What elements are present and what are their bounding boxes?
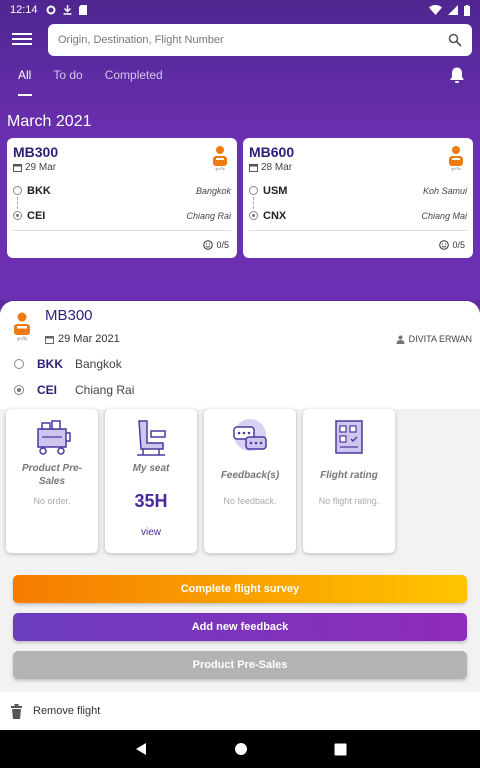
destination-dot <box>14 385 24 395</box>
tab-all[interactable]: All <box>18 68 33 96</box>
svg-text:ลูกเรือ: ลูกเรือ <box>451 166 460 171</box>
flight-date-text: 29 Mar <box>25 162 57 173</box>
origin-code: BKK <box>37 357 63 371</box>
search-icon[interactable] <box>448 33 462 47</box>
trash-icon <box>11 703 22 719</box>
settings-icon <box>46 5 56 15</box>
passenger-name: DIVITA ERWAN <box>396 334 472 344</box>
tab-to-do[interactable]: To do <box>53 68 82 96</box>
destination-dot <box>13 211 22 220</box>
calendar-icon <box>249 164 258 172</box>
origin-code: BKK <box>27 185 51 197</box>
month-header: March 2021 <box>7 113 92 130</box>
detail-date-text: 29 Mar 2021 <box>58 333 120 345</box>
score-text: 0/5 <box>216 240 229 250</box>
origin-city: Koh Samui <box>422 186 467 196</box>
tile-subtitle: No feedback. <box>223 496 277 506</box>
destination-code: CEI <box>27 210 46 222</box>
svg-text:ลูกเรือ: ลูกเรือ <box>17 336 28 341</box>
tile-title: Product Pre-Sales <box>21 463 82 487</box>
signal-icon <box>448 5 458 15</box>
tile-flight-rating[interactable]: Flight rating No flight rating. <box>303 409 395 553</box>
person-icon <box>396 335 405 344</box>
origin-dot <box>14 359 24 369</box>
passenger-name-text: DIVITA ERWAN <box>408 334 472 344</box>
home-icon[interactable] <box>234 742 248 756</box>
tile-subtitle: No flight rating. <box>318 496 380 506</box>
origin-code: USM <box>263 185 288 197</box>
system-nav-bar <box>0 730 480 768</box>
tile-title: Flight rating <box>320 470 378 481</box>
survey-score: 0/5 <box>439 240 465 250</box>
menu-icon[interactable] <box>12 30 32 48</box>
download-icon <box>63 5 72 15</box>
seat-icon <box>137 420 166 456</box>
shopping-cart-icon <box>37 420 71 455</box>
filter-tabs: All To do Completed <box>18 68 163 96</box>
flight-card[interactable]: MB300 29 Mar ลูกเรือ BKK Bangkok CEI Chi… <box>7 138 237 258</box>
wifi-icon <box>429 5 442 15</box>
flight-date-text: 28 Mar <box>261 162 293 173</box>
tile-title: My seat <box>132 463 170 474</box>
airline-logo: ลูกเรือ <box>449 146 463 171</box>
flight-date: 28 Mar <box>249 162 467 173</box>
divider <box>249 230 467 231</box>
search-input[interactable] <box>58 34 448 46</box>
destination-code: CEI <box>37 383 58 397</box>
sheet-header: ลูกเรือ MB300 29 Mar 2021 DIVITA ERWAN B… <box>0 301 480 409</box>
smiley-icon <box>439 240 450 250</box>
airline-logo: ลูกเรือ <box>213 146 227 171</box>
destination-city: Chiang Rai <box>186 211 231 221</box>
chat-bubbles-icon <box>233 419 267 451</box>
origin-dot <box>13 186 22 195</box>
sim-icon <box>78 5 87 15</box>
complete-flight-survey-button[interactable]: Complete flight survey <box>13 575 467 603</box>
destination-code: CNX <box>263 210 287 222</box>
origin-dot <box>249 186 258 195</box>
calendar-icon <box>13 164 22 172</box>
tile-subtitle: No order. <box>33 496 71 506</box>
airline-logo: ลูกเรือ <box>14 312 30 341</box>
flight-code: MB300 <box>13 144 59 160</box>
view-seat-link[interactable]: view <box>105 527 197 538</box>
route-line <box>17 197 18 209</box>
search-bar[interactable] <box>48 24 472 56</box>
route-line <box>253 197 254 209</box>
status-time: 12:14 <box>10 4 38 16</box>
recents-icon[interactable] <box>334 743 347 756</box>
divider <box>13 230 231 231</box>
checklist-icon <box>335 420 363 454</box>
svg-text:ลูกเรือ: ลูกเรือ <box>215 166 224 171</box>
add-new-feedback-button[interactable]: Add new feedback <box>13 613 467 641</box>
status-bar: 12:14 <box>0 0 480 20</box>
remove-flight-label: Remove flight <box>33 705 101 717</box>
origin-city: Bangkok <box>195 186 231 196</box>
origin-city: Bangkok <box>75 357 122 371</box>
destination-dot <box>249 211 258 220</box>
destination-city: Chiang Rai <box>75 383 135 397</box>
destination-city: Chiang Mai <box>421 211 467 221</box>
remove-flight-button[interactable]: Remove flight <box>0 692 480 730</box>
tile-my-seat[interactable]: My seat 35H view <box>105 409 197 553</box>
calendar-icon <box>45 335 54 344</box>
flight-code: MB600 <box>249 144 295 160</box>
survey-score: 0/5 <box>203 240 229 250</box>
battery-icon <box>464 4 470 16</box>
flight-date: 29 Mar <box>13 162 231 173</box>
flight-card[interactable]: MB600 28 Mar ลูกเรือ USM Koh Samui CNX C… <box>243 138 473 258</box>
smiley-icon <box>203 240 214 250</box>
back-icon[interactable] <box>134 742 148 756</box>
score-text: 0/5 <box>452 240 465 250</box>
detail-date: 29 Mar 2021 <box>45 333 120 345</box>
seat-number: 35H <box>134 491 168 511</box>
tile-title: Feedback(s) <box>220 470 280 481</box>
bell-icon[interactable] <box>448 66 466 84</box>
tile-feedback[interactable]: Feedback(s) No feedback. <box>204 409 296 553</box>
tab-completed[interactable]: Completed <box>105 68 163 96</box>
product-presales-button[interactable]: Product Pre-Sales <box>13 651 467 679</box>
detail-flight-code: MB300 <box>45 307 93 324</box>
tile-product-presales[interactable]: Product Pre-Sales No order. <box>6 409 98 553</box>
